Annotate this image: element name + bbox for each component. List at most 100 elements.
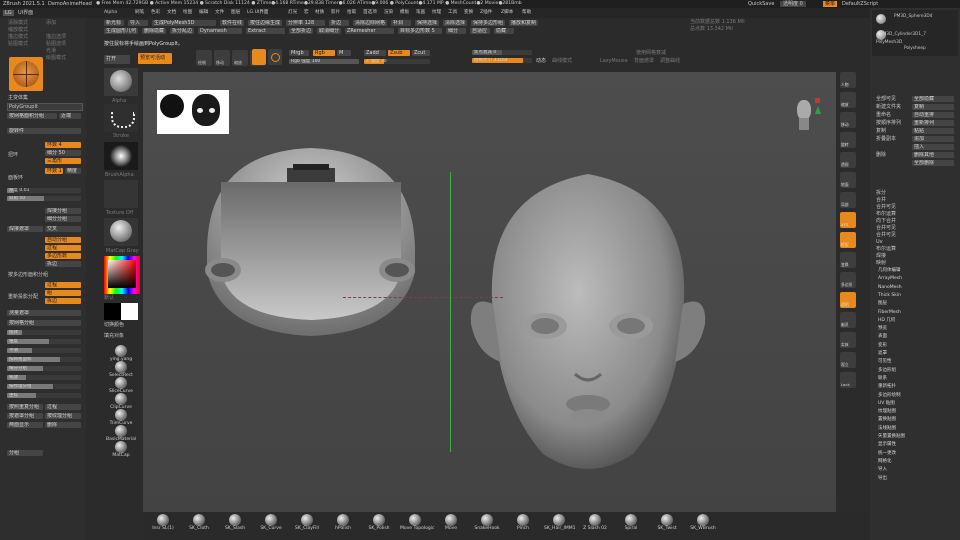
poly-count-button[interactable]: 多边形数 (45, 253, 81, 259)
zadd-button[interactable]: Zadd (364, 50, 386, 56)
menu-item[interactable]: Z插件 (480, 10, 492, 16)
right-menu-item[interactable]: ArrayMesh (878, 276, 902, 282)
menu-item[interactable]: 编辑 (199, 10, 208, 16)
focal-shift-slider[interactable]: 焦点衰减 0 (472, 50, 532, 55)
toolbar-row2-button[interactable]: 删除隐藏 (142, 28, 166, 34)
cross-button[interactable]: 交叉 (45, 226, 81, 232)
toolbar-row2-button[interactable]: 全部折边 (289, 28, 313, 34)
right-split-item[interactable]: 合并 (876, 197, 886, 203)
scale-mode-button[interactable]: 缩放 (232, 50, 248, 66)
bottom-brush[interactable]: SK_Hair_IMM1 (544, 514, 576, 532)
menu-item[interactable]: 模板 (400, 10, 409, 16)
group-by-mesh-button[interactable]: 按网格分组 (7, 320, 81, 326)
left-row-label[interactable]: 贴图模式 (8, 41, 28, 47)
left-param-slider[interactable]: 锥度 (7, 339, 81, 344)
left-row-label[interactable]: 清除模式 (8, 20, 28, 26)
tool-name-2[interactable]: PM3D_Cylinder3D1_7 (880, 32, 926, 38)
ring-count-2[interactable]: 环数 1 (45, 168, 63, 174)
bottom-brush[interactable]: SK_ClayFill (292, 514, 322, 532)
reference-image[interactable] (157, 90, 229, 134)
record-button[interactable] (252, 49, 266, 65)
curve-mode-button[interactable]: 曲线模式 (552, 58, 572, 64)
move-mode-button[interactable]: 移动 (214, 50, 230, 66)
menu-item[interactable]: Z脚本 (501, 10, 513, 16)
transform-button[interactable] (268, 49, 282, 65)
ring-count[interactable]: 环数 4 (45, 142, 81, 148)
right-menu-item[interactable]: 多边形组 (878, 368, 896, 374)
more-split-button[interactable]: 拆边 (45, 298, 81, 304)
zsub-button[interactable]: Zsub (388, 50, 410, 56)
menu-item[interactable]: 工具 (448, 10, 457, 16)
side-tool-button[interactable]: 人物 (840, 72, 856, 88)
group-by-mask-button[interactable]: 按遮罩分组 (7, 413, 43, 419)
texture-thumb[interactable] (104, 180, 138, 208)
right-action-b[interactable]: 重新排列 (912, 120, 954, 126)
menu-item[interactable]: 变换 (464, 10, 473, 16)
toolbar-row1-button[interactable]: 清除选择 (443, 20, 467, 26)
split-edge-button[interactable]: 拆边 (45, 261, 81, 267)
right-action-b[interactable]: 复制 (912, 104, 954, 110)
zcut-button[interactable]: Zcut (412, 50, 430, 56)
draw-size-slider[interactable]: 绘制大小 33164 (472, 58, 532, 63)
right-split-item[interactable]: 布尔运算 (876, 246, 896, 252)
right-split-item[interactable]: 拆分 (876, 190, 886, 196)
thickness-slider[interactable]: 厚度 0.01 (7, 188, 81, 193)
right-menu-item[interactable]: 导出 (878, 476, 887, 482)
side-tool-button[interactable]: 变换 (840, 252, 856, 268)
right-menu-item[interactable]: 图层 (878, 301, 887, 307)
subdiv-count[interactable]: 细分 50 (45, 150, 81, 156)
right-action-a[interactable]: 全部可见 (876, 96, 896, 102)
menu-item[interactable]: 纹理 (432, 10, 441, 16)
color-square[interactable] (108, 260, 136, 288)
left-row-option[interactable]: 描边选项 (46, 34, 66, 40)
right-menu-item[interactable]: 变形 (878, 343, 887, 349)
right-menu-item[interactable]: 显示属性 (878, 442, 896, 448)
side-tool-button[interactable]: 幽灵 (840, 312, 856, 328)
right-menu-item[interactable]: UV 贴图 (878, 401, 895, 407)
menu-item[interactable]: 笔画 (416, 10, 425, 16)
see-through-slider[interactable]: 透明度 0 (780, 1, 806, 7)
auto-group-button[interactable]: 自动分组 (45, 237, 81, 243)
toolbar-row1-button[interactable]: 按住边缘生成 (248, 20, 282, 26)
toolbar-row2-button[interactable]: 隐藏 (494, 28, 514, 34)
toolbar-row1-button[interactable]: 补洞 (391, 20, 411, 26)
left-param-slider[interactable]: 按网格面积 (7, 357, 81, 362)
polygroup-by-area-button[interactable]: 按网格面积分组 (7, 113, 57, 119)
right-split-item[interactable]: 焊接 (876, 253, 886, 259)
right-action-a[interactable]: 新建文件夹 (876, 104, 901, 110)
right-split-item[interactable]: 向下合并 (876, 218, 896, 224)
menu-item[interactable]: Alpha (104, 10, 117, 16)
side-tool-button[interactable]: 透明 (840, 292, 856, 308)
right-action-b[interactable]: 追加 (912, 136, 954, 142)
menu-item[interactable]: 刷笔 (135, 10, 144, 16)
bottom-brush[interactable]: Pinch (508, 514, 538, 532)
menu-item[interactable]: 渲染 (384, 10, 393, 16)
menus-button[interactable]: 菜单 (823, 1, 838, 7)
bottom-brush[interactable]: Z Slash 02 (580, 514, 610, 532)
left-row-option[interactable]: 光滑 (46, 48, 56, 54)
right-menu-item[interactable]: 置换贴图 (878, 417, 896, 423)
menu-item[interactable]: 拾取 (347, 10, 356, 16)
right-action-a[interactable]: 按顺序排列 (876, 120, 901, 126)
left-param-slider[interactable]: 细分分组 (7, 366, 81, 371)
side-tool-button[interactable]: 局部 (840, 192, 856, 208)
toolbar-row1-button[interactable]: 保持选择 (415, 20, 439, 26)
right-menu-item[interactable]: NanoMesh (878, 285, 902, 291)
right-split-item[interactable]: 合并可见 (876, 232, 896, 238)
secondary-color-swatch[interactable] (121, 303, 138, 320)
menu-item[interactable]: 帮助 (522, 10, 531, 16)
bottom-brush[interactable]: SK_Polish (364, 514, 394, 532)
left-param-slider[interactable]: 扭转 (7, 330, 81, 335)
toolbar-row1-button[interactable]: 播放和复制 (509, 20, 538, 26)
side-tool-button[interactable]: XYZ (840, 212, 856, 228)
toolbar-row1-button[interactable]: 导入 (128, 20, 148, 26)
right-action-b[interactable]: 全部删除 (912, 160, 954, 166)
left-param-slider[interactable]: 平滑 (7, 348, 81, 353)
alpha-thumb[interactable] (104, 68, 138, 96)
right-menu-item[interactable]: HD 几何 (878, 318, 895, 324)
triangle-button[interactable]: 三角形 (45, 158, 81, 164)
bottom-brush[interactable]: Move Topologic (400, 514, 434, 532)
color-picker[interactable] (104, 256, 140, 294)
side-tool-button[interactable]: 旋转 (840, 132, 856, 148)
quicksave-button[interactable]: QuickSave (748, 1, 774, 7)
